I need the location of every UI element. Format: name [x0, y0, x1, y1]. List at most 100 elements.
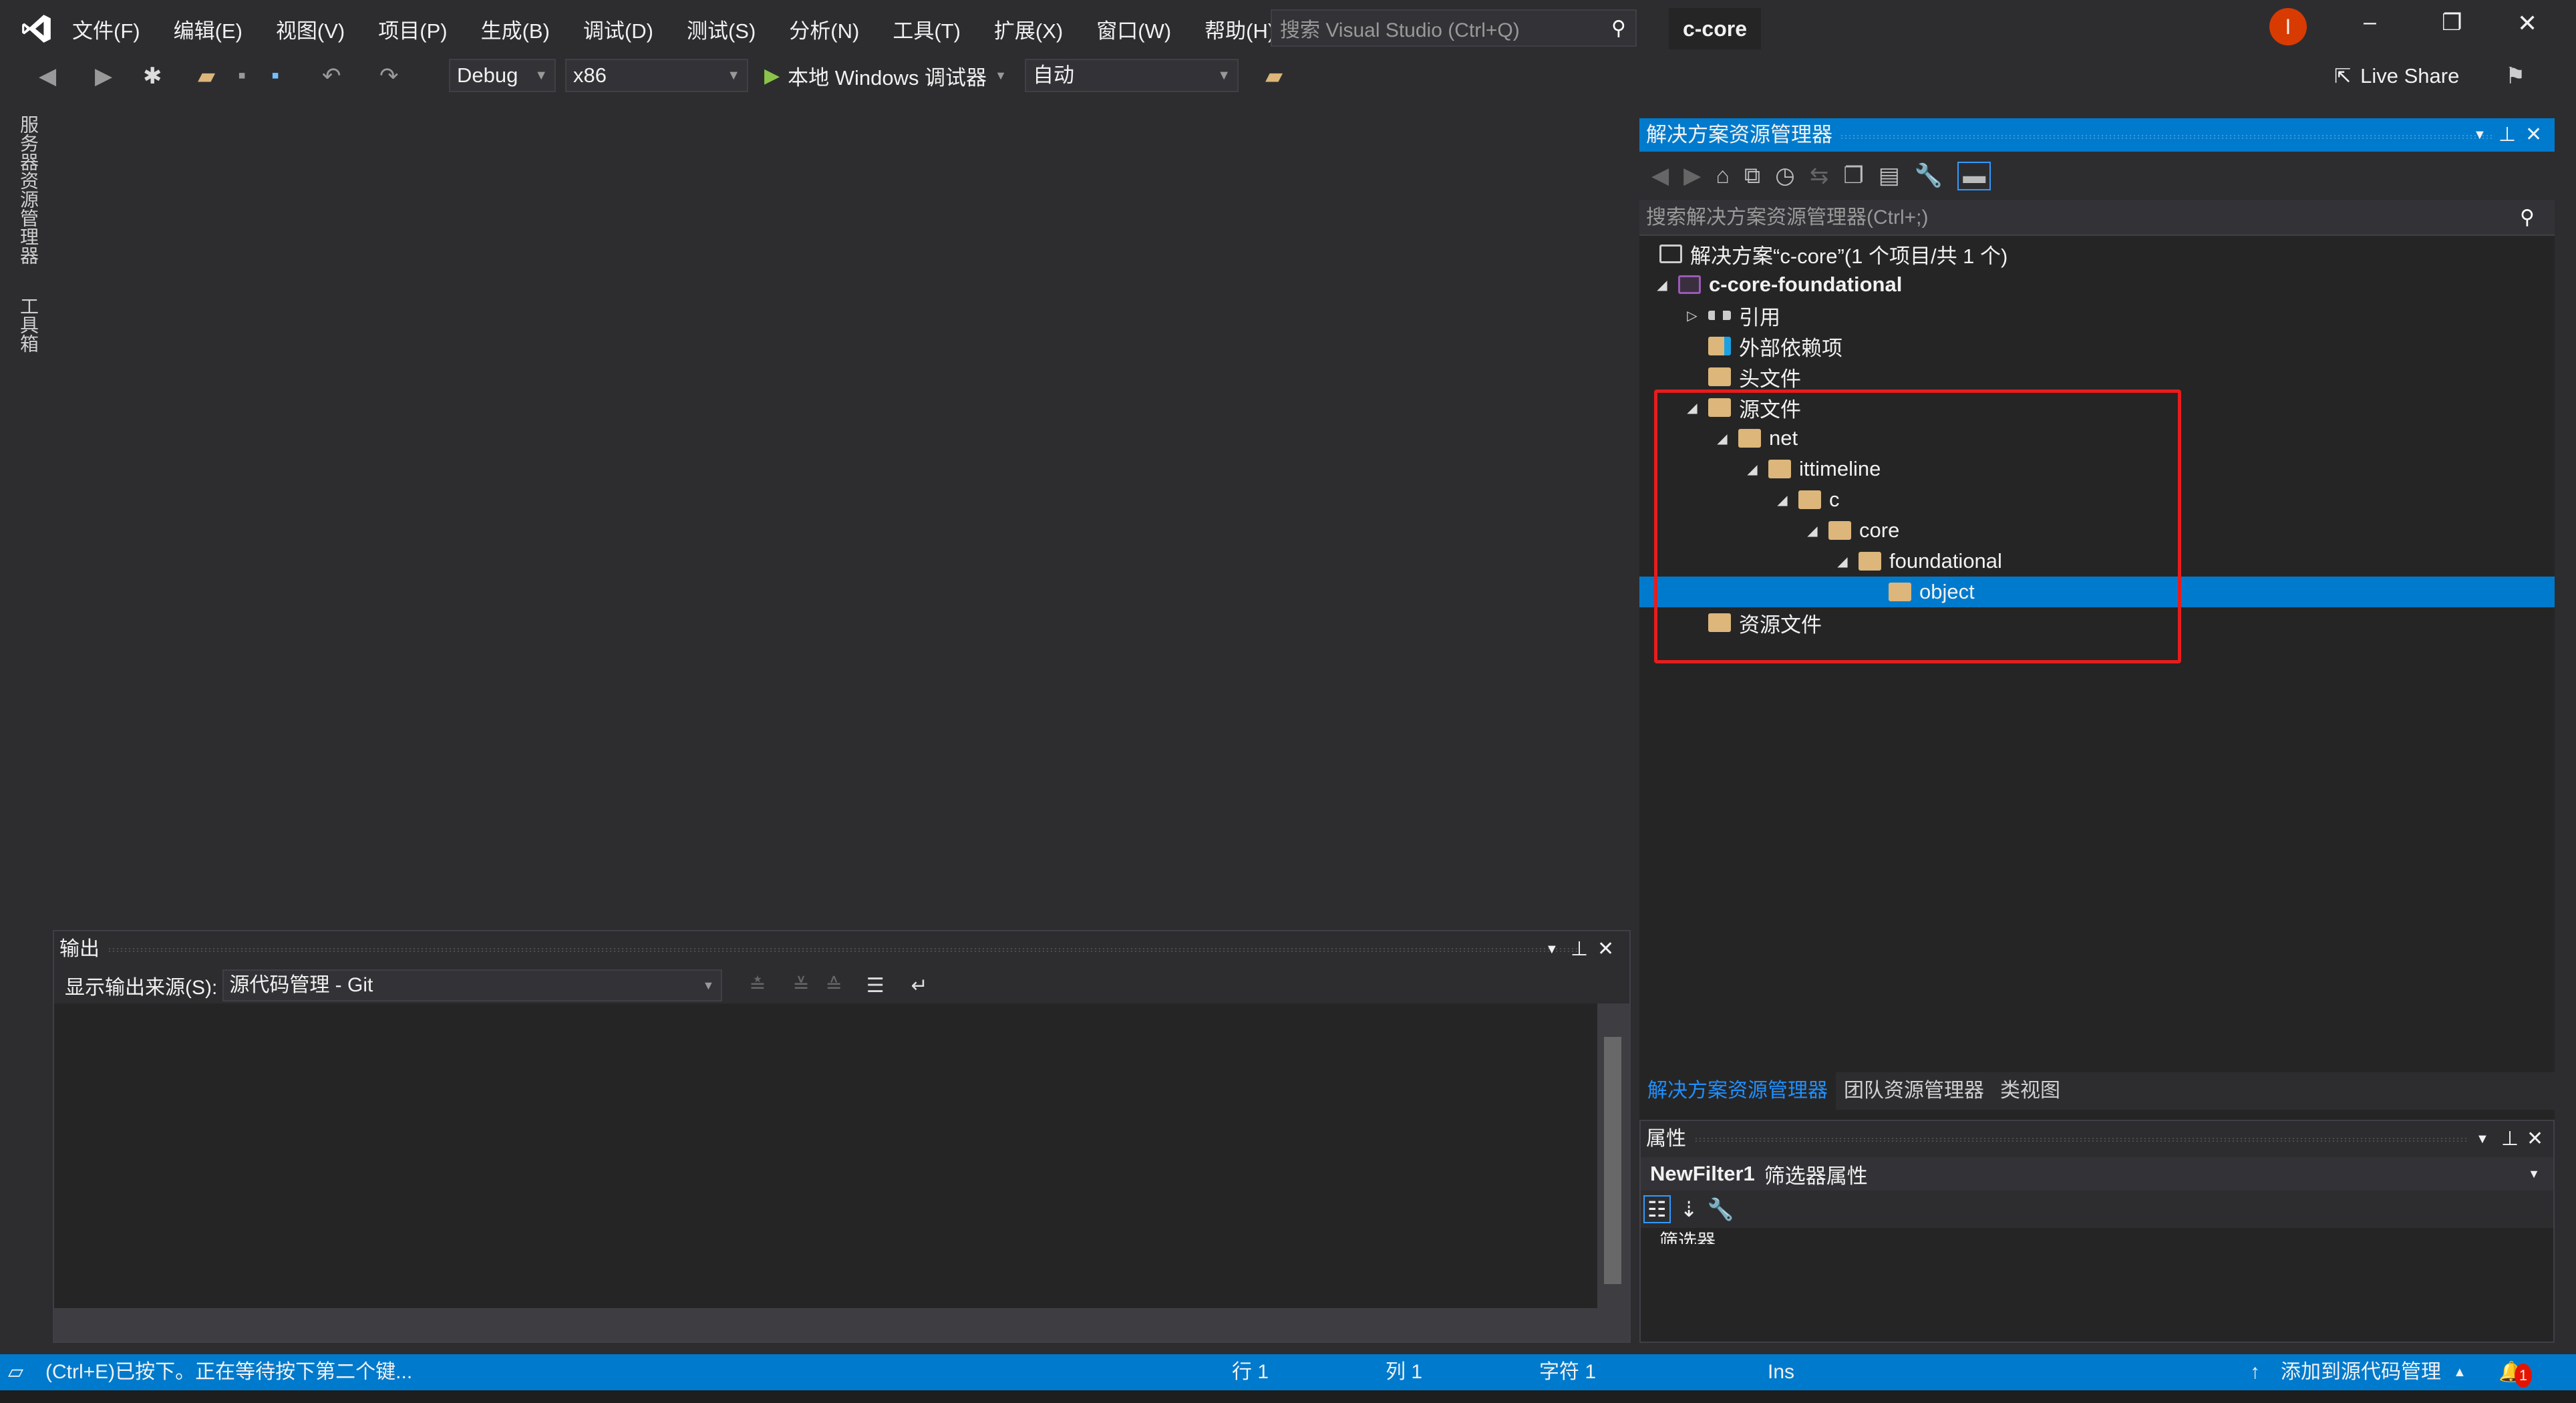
solution-explorer-toolbar: ◀ ▶ ⌂ ⧉ ◷ ⇆ ❐ ▤ 🔧 ▬ [1639, 152, 2555, 200]
find-message-icon[interactable]: ≛ [749, 974, 766, 997]
drag-grip[interactable] [108, 947, 1577, 953]
menu-test[interactable]: 测试(S) [687, 14, 756, 44]
server-explorer-tab[interactable]: 服务器资源管理器 [15, 115, 41, 265]
save-all-icon[interactable]: ▪ [271, 63, 279, 89]
word-wrap-icon[interactable]: ↵ [911, 974, 928, 997]
start-debugging-button[interactable]: ▶ 本地 Windows 调试器 ▼ [764, 59, 1007, 92]
pin-icon[interactable]: ⊥ [2501, 1121, 2519, 1157]
menu-debug[interactable]: 调试(D) [583, 14, 653, 44]
pin-icon[interactable]: ⊥ [1571, 931, 1588, 967]
vertical-scrollbar[interactable] [1597, 1003, 1629, 1308]
toolbox-tab[interactable]: 工具箱 [15, 297, 41, 353]
output-source-dropdown[interactable]: 源代码管理 - Git ▼ [222, 969, 723, 1001]
show-all-files-icon[interactable]: ▤ [1879, 162, 1900, 189]
next-message-icon[interactable]: ≙ [826, 974, 842, 997]
new-project-icon[interactable]: ✱ [143, 63, 162, 90]
menu-build[interactable]: 生成(B) [481, 14, 550, 44]
configuration-value: Debug [457, 63, 518, 87]
debugger-label: 本地 Windows 调试器 [788, 65, 987, 90]
pending-changes-filter-icon[interactable]: ◷ [1775, 162, 1795, 189]
search-input[interactable]: 搜索 Visual Studio (Ctrl+Q) ⚲ [1271, 9, 1637, 47]
collapse-all-icon[interactable]: ❐ [1843, 162, 1863, 189]
categorized-icon[interactable]: ☷ [1643, 1195, 1671, 1223]
forward-icon[interactable]: ▶ [95, 63, 112, 90]
back-icon[interactable]: ◀ [1651, 162, 1669, 189]
standard-toolbar: ◀ ▶ ✱ ▰ ▪ ▪ ↶ ↷ Debug ▼ x86 ▼ ▶ 本地 Windows… [0, 56, 2576, 96]
chevron-down-icon: ▼ [995, 68, 1007, 82]
output-panel: 输出 ▼ ⊥ ✕ 显示输出来源(S): 源代码管理 - Git ▼ ≛ ≚ ≙ … [53, 930, 1631, 1343]
window-position-dropdown-icon[interactable]: ▼ [2473, 118, 2486, 152]
tree-item[interactable]: ▷ 引用 [1639, 300, 2555, 331]
horizontal-scrollbar[interactable] [54, 1308, 1629, 1342]
run-mode-value: 自动 [1033, 63, 1074, 87]
properties-icon[interactable]: 🔧 [1915, 162, 1943, 189]
menu-bar: 文件(F) 编辑(E) 视图(V) 项目(P) 生成(B) 调试(D) 测试(S… [72, 13, 1308, 44]
pin-icon[interactable]: ⊥ [2499, 118, 2516, 152]
tree-item[interactable]: 头文件 [1639, 361, 2555, 392]
run-mode-dropdown[interactable]: 自动 ▼ [1025, 59, 1239, 92]
configuration-dropdown[interactable]: Debug ▼ [449, 59, 556, 92]
solution-icon [1659, 245, 1682, 263]
properties-title: 属性 [1646, 1128, 1686, 1150]
restore-button[interactable]: ❐ [2442, 9, 2462, 36]
menu-view[interactable]: 视图(V) [276, 14, 345, 44]
output-window-icon[interactable]: ▱ [8, 1354, 23, 1390]
status-message: (Ctrl+E)已按下。正在等待按下第二个键... [45, 1361, 413, 1383]
alphabetical-icon[interactable]: ⇣ [1680, 1197, 1698, 1222]
property-pages-icon[interactable]: 🔧 [1708, 1197, 1734, 1222]
preview-selected-icon[interactable]: ▬ [1957, 161, 1991, 190]
home-icon[interactable]: ⌂ [1716, 163, 1730, 189]
menu-analyze[interactable]: 分析(N) [789, 14, 859, 44]
user-avatar[interactable]: I [2269, 8, 2307, 45]
forward-icon[interactable]: ▶ [1683, 162, 1701, 189]
menu-extensions[interactable]: 扩展(X) [994, 14, 1063, 44]
collapse-arrow-icon[interactable]: ◢ [1649, 277, 1675, 293]
previous-message-icon[interactable]: ≚ [792, 974, 809, 997]
switch-views-icon[interactable]: ⧉ [1744, 163, 1760, 189]
menu-file[interactable]: 文件(F) [72, 14, 140, 44]
left-tool-strip: 服务器资源管理器 工具箱 [0, 96, 46, 1352]
properties-object-selector[interactable]: NewFilter1 筛选器属性 ▼ [1641, 1157, 2553, 1191]
search-icon: ⚲ [1611, 17, 1626, 39]
feedback-icon[interactable]: ⚑ [2505, 63, 2525, 90]
minimize-button[interactable]: – [2364, 9, 2376, 35]
menu-project[interactable]: 项目(P) [378, 14, 447, 44]
save-icon[interactable]: ▪ [238, 63, 246, 89]
menu-tools[interactable]: 工具(T) [893, 14, 961, 44]
redo-icon[interactable]: ↷ [379, 63, 399, 90]
tab-team-explorer[interactable]: 团队资源管理器 [1836, 1072, 1992, 1110]
drag-grip[interactable] [1840, 134, 2494, 140]
close-button[interactable]: ✕ [2517, 9, 2537, 37]
tree-item[interactable]: ◢ c-core-foundational [1639, 269, 2555, 300]
close-icon[interactable]: ✕ [1597, 931, 1614, 967]
menu-edit[interactable]: 编辑(E) [174, 14, 243, 44]
undo-icon[interactable]: ↶ [322, 63, 341, 90]
property-category: 筛选器 [1641, 1228, 2553, 1244]
tab-class-view[interactable]: 类视图 [1992, 1072, 2068, 1110]
find-in-files-icon[interactable]: ▰ [1265, 63, 1283, 90]
menu-help[interactable]: 帮助(H) [1204, 14, 1275, 44]
clear-all-icon[interactable]: ☰ [866, 974, 884, 997]
tab-solution-explorer[interactable]: 解决方案资源管理器 [1639, 1072, 1836, 1110]
add-to-source-control-button[interactable]: 添加到源代码管理 [2281, 1354, 2441, 1390]
back-icon[interactable]: ◀ [39, 63, 56, 90]
visual-studio-logo-icon [22, 15, 51, 43]
window-position-dropdown-icon[interactable]: ▼ [1545, 931, 1559, 967]
tree-item[interactable]: 外部依赖项 [1639, 331, 2555, 361]
window-position-dropdown-icon[interactable]: ▼ [2476, 1121, 2489, 1157]
solution-search-input[interactable]: 搜索解决方案资源管理器(Ctrl+;) ⚲ [1639, 200, 2555, 236]
scrollbar-thumb[interactable] [1604, 1037, 1621, 1284]
close-icon[interactable]: ✕ [2527, 1121, 2543, 1157]
sync-icon[interactable]: ⇆ [1810, 162, 1829, 189]
open-file-icon[interactable]: ▰ [198, 63, 215, 90]
output-text-area[interactable] [54, 1003, 1597, 1308]
drag-grip[interactable] [1694, 1137, 2469, 1142]
tree-item[interactable]: 解决方案“c-core”(1 个项目/共 1 个) [1639, 239, 2555, 269]
solution-search-placeholder: 搜索解决方案资源管理器(Ctrl+;) [1646, 206, 1929, 228]
platform-dropdown[interactable]: x86 ▼ [565, 59, 748, 92]
live-share-button[interactable]: ⇱ Live Share [2334, 60, 2459, 92]
chevron-down-icon: ▼ [1217, 68, 1231, 83]
menu-window[interactable]: 窗口(W) [1096, 14, 1171, 44]
expand-arrow-icon[interactable]: ▷ [1679, 307, 1706, 324]
close-icon[interactable]: ✕ [2525, 118, 2542, 152]
